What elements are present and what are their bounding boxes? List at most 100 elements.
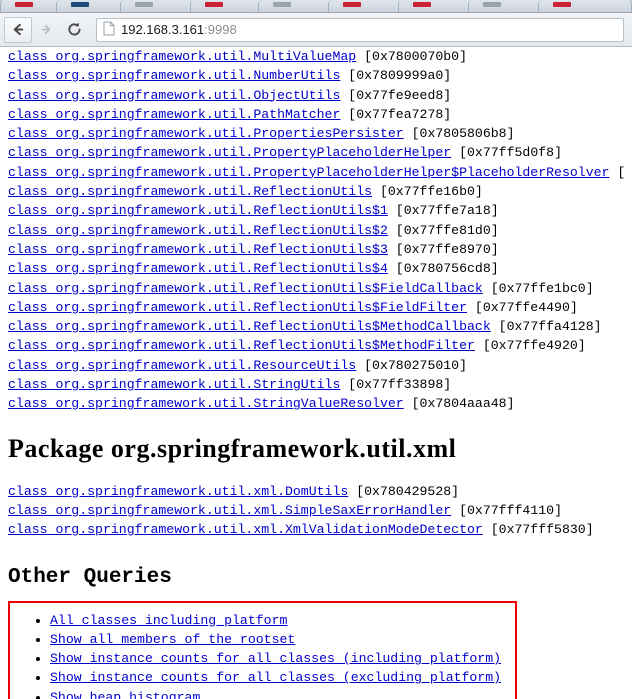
class-row: class org.springframework.util.Reflectio… [8,336,624,355]
tab-favicon-icon [15,2,33,7]
other-query-link[interactable]: Show heap histogram [50,690,200,699]
class-link[interactable]: class org.springframework.util.Propertie… [8,126,404,141]
class-address: [0x77ff33898] [340,377,451,392]
tab-favicon-icon [71,2,89,7]
class-address: [0x7805806b8] [404,126,515,141]
class-link[interactable]: class org.springframework.util.Reflectio… [8,184,372,199]
class-address: [0x780756cd8] [388,261,499,276]
class-link[interactable]: class org.springframework.util.PathMatch… [8,107,340,122]
class-row: class org.springframework.util.Propertie… [8,124,624,143]
url-port-text: :9998 [204,22,237,37]
class-address: [0x77ffe8970] [388,242,499,257]
class-row: class org.springframework.util.ResourceU… [8,356,624,375]
class-link[interactable]: class org.springframework.util.StringUti… [8,377,340,392]
other-query-link[interactable]: Show instance counts for all classes (ex… [50,670,501,685]
class-link[interactable]: class org.springframework.util.StringVal… [8,396,404,411]
forward-arrow-icon [39,22,54,37]
class-link[interactable]: class org.springframework.util.xml.Simpl… [8,503,451,518]
class-link[interactable]: class org.springframework.util.Reflectio… [8,319,491,334]
browser-tab[interactable] [538,0,632,12]
class-link[interactable]: class org.springframework.util.Reflectio… [8,203,388,218]
class-address: [0x77ffe81d0] [388,223,499,238]
class-address: [0x77ffe1bc0] [483,281,594,296]
other-query-link[interactable]: All classes including platform [50,613,287,628]
tab-favicon-icon [413,2,431,7]
tab-favicon-icon [135,2,153,7]
browser-toolbar: 192.168.3.161:9998 [0,13,632,47]
other-query-item: All classes including platform [50,611,515,630]
class-address: [0x77ffe4920] [475,338,586,353]
class-row: class org.springframework.util.StringVal… [8,394,624,413]
class-row: class org.springframework.util.Reflectio… [8,221,624,240]
class-link[interactable]: class org.springframework.util.Reflectio… [8,281,483,296]
back-button[interactable] [4,17,32,43]
class-row: class org.springframework.util.xml.Simpl… [8,501,624,520]
class-row: class org.springframework.util.StringUti… [8,375,624,394]
class-link[interactable]: class org.springframework.util.Reflectio… [8,242,388,257]
class-row: class org.springframework.util.MultiValu… [8,47,624,66]
class-address: [0x7809999a0] [340,68,451,83]
class-link[interactable]: class org.springframework.util.Reflectio… [8,300,467,315]
class-row: class org.springframework.util.Reflectio… [8,317,624,336]
browser-chrome: 192.168.3.161:9998 [0,0,632,47]
reload-button[interactable] [60,17,88,43]
tab-favicon-icon [483,2,501,7]
class-row: class org.springframework.util.Reflectio… [8,298,624,317]
page-document-icon [103,21,115,39]
class-link[interactable]: class org.springframework.util.Reflectio… [8,261,388,276]
address-bar[interactable]: 192.168.3.161:9998 [96,18,624,42]
class-address: [0x7800070b0] [356,49,467,64]
class-row: class org.springframework.util.Reflectio… [8,279,624,298]
class-address: [0x780429528] [348,484,459,499]
other-query-link[interactable]: Show all members of the rootset [50,632,295,647]
class-address: [0x780275010] [356,358,467,373]
class-address: [0x77fff5830] [483,522,594,537]
page-content: class org.springframework.util.MultiValu… [0,47,632,699]
other-queries-heading: Other Queries [8,566,624,589]
class-row: class org.springframework.util.PathMatch… [8,105,624,124]
class-link[interactable]: class org.springframework.util.xml.XmlVa… [8,522,483,537]
class-link[interactable]: class org.springframework.util.NumberUti… [8,68,340,83]
class-address: [0x7804aaa48] [404,396,515,411]
class-address: [0x77ffe7a18] [388,203,499,218]
package-heading: Package org.springframework.util.xml [8,434,624,464]
other-queries-list: All classes including platform Show all m… [10,611,515,699]
tab-favicon-icon [273,2,291,7]
class-link[interactable]: class org.springframework.util.PropertyP… [8,145,451,160]
other-query-item: Show all members of the rootset [50,630,515,649]
class-link[interactable]: class org.springframework.util.Reflectio… [8,338,475,353]
class-address: [0x77fff4110] [451,503,562,518]
url-host-text: 192.168.3.161 [121,22,204,37]
class-address: [0x77ffa4128] [491,319,602,334]
class-address: [0x77fe9eed8] [340,88,451,103]
util-class-list: class org.springframework.util.MultiValu… [8,47,624,414]
class-link[interactable]: class org.springframework.util.ResourceU… [8,358,356,373]
class-row: class org.springframework.util.ObjectUti… [8,86,624,105]
class-row: class org.springframework.util.PropertyP… [8,163,624,182]
tab-strip[interactable] [0,0,632,13]
class-row: class org.springframework.util.NumberUti… [8,66,624,85]
tab-favicon-icon [343,2,361,7]
other-query-item: Show instance counts for all classes (in… [50,649,515,668]
other-query-link[interactable]: Show instance counts for all classes (in… [50,651,501,666]
class-address: [0x77ffe4490] [467,300,578,315]
class-address: [ [609,165,624,180]
class-link[interactable]: class org.springframework.util.Reflectio… [8,223,388,238]
xml-class-list: class org.springframework.util.xml.DomUt… [8,482,624,540]
class-link[interactable]: class org.springframework.util.xml.DomUt… [8,484,348,499]
class-row: class org.springframework.util.PropertyP… [8,143,624,162]
class-link[interactable]: class org.springframework.util.MultiValu… [8,49,356,64]
class-link[interactable]: class org.springframework.util.PropertyP… [8,165,609,180]
reload-icon [66,21,83,38]
class-row: class org.springframework.util.Reflectio… [8,201,624,220]
back-arrow-icon [11,22,26,37]
class-address: [0x77fea7278] [340,107,451,122]
tab-favicon-icon [553,2,571,7]
class-link[interactable]: class org.springframework.util.ObjectUti… [8,88,340,103]
class-address: [0x77ffe16b0] [372,184,483,199]
other-query-item: Show instance counts for all classes (ex… [50,668,515,687]
other-queries-box: All classes including platform Show all m… [8,601,517,699]
other-query-item: Show heap histogram [50,688,515,699]
forward-button[interactable] [32,17,60,43]
class-row: class org.springframework.util.Reflectio… [8,182,624,201]
